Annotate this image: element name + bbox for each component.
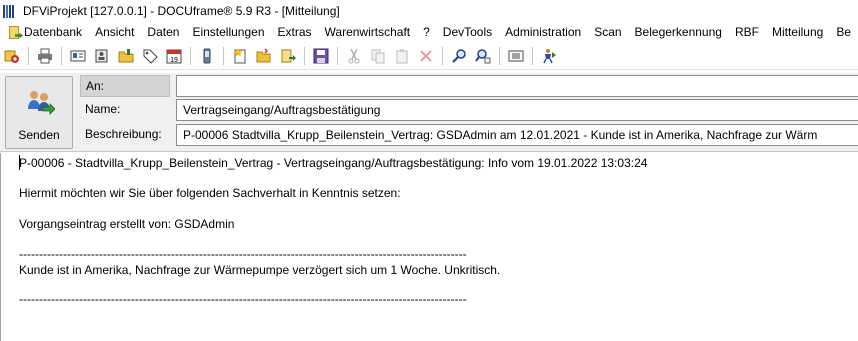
title-bar: DFViProjekt [127.0.0.1] - DOCUframe® 5.9… [0,0,858,22]
copy-icon [368,46,388,66]
description-field[interactable]: P-00006 Stadtvilla_Krupp_Beilenstein_Ver… [176,124,858,146]
menu-administration[interactable]: Administration [499,22,588,43]
message-line-intro: Hiermit möchten wir Sie über folgenden S… [19,186,401,200]
send-label: Senden [18,128,60,142]
print-icon[interactable] [35,46,55,66]
toolbar-separator [190,47,191,65]
open-folder-icon[interactable] [254,46,274,66]
menu-extras[interactable]: Extras [272,22,319,43]
toolbar-separator [532,47,533,65]
app-icon [3,4,17,18]
menu-ansicht[interactable]: Ansicht [89,22,141,43]
message-separator-bottom: ----------------------------------------… [19,292,467,306]
menu-warenwirtschaft[interactable]: Warenwirtschaft [319,22,418,43]
menu-rbf[interactable]: RBF [729,22,766,43]
toolbar-separator [304,47,305,65]
search-replace-icon[interactable] [473,46,493,66]
calendar-icon[interactable]: 19 [164,46,184,66]
an-label-button[interactable]: An: [80,75,170,97]
run-person-icon[interactable] [539,46,559,66]
menu-scan[interactable]: Scan [588,22,628,43]
export-document-icon[interactable] [278,46,298,66]
toolbar-separator [442,47,443,65]
save-icon[interactable] [311,46,331,66]
message-line-subject: P-00006 - Stadtvilla_Krupp_Beilenstein_V… [19,156,648,170]
message-header: Senden An: Name: Vertragseingang/Auftrag… [0,73,858,152]
message-body-editor[interactable]: P-00006 - Stadtvilla_Krupp_Beilenstein_V… [0,153,858,341]
toolbar-separator [499,47,500,65]
document-menu-icon[interactable] [7,25,23,41]
toolbar: 19 [0,43,858,70]
folder-icon[interactable] [116,46,136,66]
view-icon[interactable] [506,46,526,66]
search-icon[interactable] [449,46,469,66]
menu-mitteilung[interactable]: Mitteilung [766,22,830,43]
address-book-icon[interactable] [92,46,112,66]
paste-icon [392,46,412,66]
message-line-creator: Vorgangseintrag erstellt von: GSDAdmin [19,217,235,231]
menu-daten[interactable]: Daten [141,22,186,43]
menu-belegerkennung[interactable]: Belegerkennung [629,22,729,43]
database-icon[interactable] [2,46,22,66]
name-field[interactable]: Vertragseingang/Auftragsbestätigung [176,99,858,121]
description-label: Beschreibung: [85,127,162,141]
toolbar-separator [337,47,338,65]
window-title: DFViProjekt [127.0.0.1] - DOCUframe® 5.9… [23,4,340,18]
message-separator-top: ----------------------------------------… [19,247,467,261]
toolbar-separator [61,47,62,65]
calendar-day: 19 [170,57,178,64]
menu-datenbank[interactable]: Datenbank [18,22,89,43]
menu-devtools[interactable]: DevTools [437,22,499,43]
send-button[interactable]: Senden [5,76,73,149]
card-icon[interactable] [68,46,88,66]
name-label: Name: [85,102,121,116]
menu-bar: Datenbank Ansicht Daten Einstellungen Ex… [0,22,858,43]
an-field[interactable] [176,75,858,97]
cut-icon [344,46,364,66]
menu-einstellungen[interactable]: Einstellungen [186,22,271,43]
toolbar-separator [223,47,224,65]
toolbar-separator [28,47,29,65]
new-document-icon[interactable] [230,46,250,66]
menu-be-truncated[interactable]: Be [830,22,858,43]
tag-icon[interactable] [140,46,160,66]
delete-icon [416,46,436,66]
message-line-note: Kunde ist in Amerika, Nachfrage zur Wärm… [19,263,501,277]
phone-icon[interactable] [197,46,217,66]
menu-help[interactable]: ? [417,22,437,43]
send-people-icon [23,87,56,119]
